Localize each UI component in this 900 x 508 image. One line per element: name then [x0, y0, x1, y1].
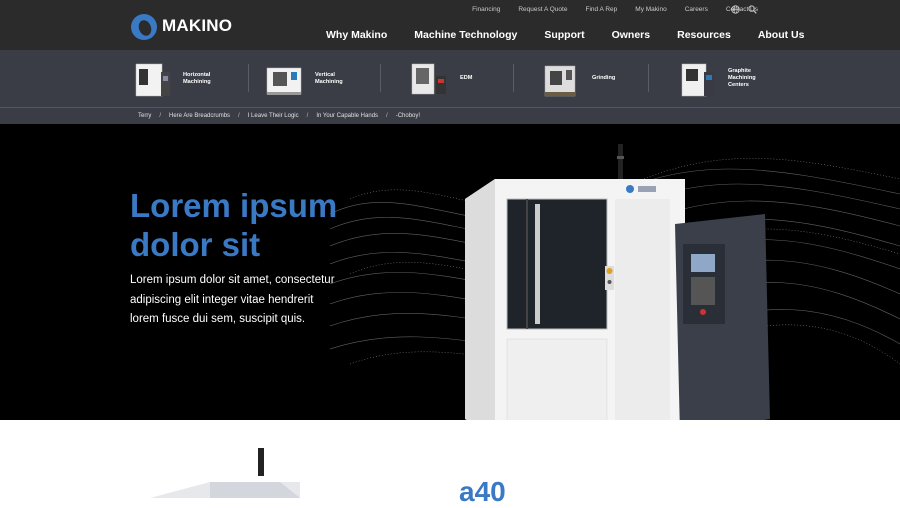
hero-title: Lorem ipsum dolor sit	[130, 187, 338, 263]
nav-about-us[interactable]: About Us	[758, 29, 805, 41]
edm-machine-thumbnail	[411, 63, 446, 94]
breadcrumb-item-1[interactable]: Terry	[138, 113, 151, 119]
horizontal-machine-thumbnail	[135, 63, 170, 96]
utility-link-careers[interactable]: Careers	[685, 6, 708, 13]
grinding-machine-thumbnail	[544, 65, 576, 96]
category-divider	[648, 64, 649, 92]
machine-product-image	[465, 144, 770, 420]
hero-banner: Lorem ipsum dolor sit Lorem ipsum dolor …	[0, 124, 900, 420]
makino-logo-icon	[131, 14, 157, 40]
category-label: EDM	[460, 75, 473, 81]
category-horizontal-machining[interactable]: Horizontal Machining	[133, 50, 223, 107]
utility-link-my-makino[interactable]: My Makino	[635, 6, 666, 13]
graphite-machine-thumbnail	[681, 63, 714, 96]
vertical-machine-thumbnail	[266, 67, 302, 95]
nav-support[interactable]: Support	[544, 29, 584, 41]
breadcrumb-item-4[interactable]: In Your Capable Hands	[316, 113, 378, 119]
breadcrumb: Terry / Here Are Breadcrumbs / I Leave T…	[0, 107, 900, 124]
nav-machine-technology[interactable]: Machine Technology	[414, 29, 517, 41]
utility-link-find-rep[interactable]: Find A Rep	[585, 6, 617, 13]
category-label: Grinding	[592, 75, 616, 81]
product-machine-image	[150, 448, 300, 498]
machine-category-bar: Horizontal Machining Vertical Machining …	[0, 50, 900, 107]
utility-nav: Financing Request A Quote Find A Rep My …	[454, 6, 758, 13]
category-edm[interactable]: EDM	[410, 50, 500, 107]
breadcrumb-item-3[interactable]: I Leave Their Logic	[248, 113, 299, 119]
search-icon[interactable]	[748, 5, 757, 14]
category-label: Graphite Machining Centers	[728, 68, 756, 88]
category-divider	[513, 64, 514, 92]
breadcrumb-separator: /	[159, 113, 162, 119]
top-header: MAKINO Financing Request A Quote Find A …	[0, 0, 900, 50]
breadcrumb-separator: /	[386, 113, 388, 119]
utility-link-financing[interactable]: Financing	[472, 6, 500, 13]
breadcrumb-item-2[interactable]: Here Are Breadcrumbs	[169, 113, 230, 119]
product-model-title: a40	[459, 476, 506, 507]
nav-owners[interactable]: Owners	[612, 29, 651, 41]
brand-name: MAKINO	[162, 16, 233, 35]
globe-icon[interactable]	[731, 5, 740, 14]
breadcrumb-separator: /	[306, 113, 309, 119]
main-nav: Why Makino Machine Technology Support Ow…	[326, 29, 804, 41]
category-vertical-machining[interactable]: Vertical Machining	[265, 50, 355, 107]
nav-why-makino[interactable]: Why Makino	[326, 29, 387, 41]
product-section	[0, 420, 900, 498]
nav-resources[interactable]: Resources	[677, 29, 731, 41]
hero-description: Lorem ipsum dolor sit amet, consectetur …	[130, 274, 335, 325]
category-divider	[248, 64, 249, 92]
category-label: Vertical Machining	[315, 71, 343, 85]
breadcrumb-item-current: -Choboy!	[395, 113, 421, 119]
breadcrumb-separator: /	[238, 113, 240, 119]
category-grinding[interactable]: Grinding	[542, 50, 632, 107]
category-graphite-machining[interactable]: Graphite Machining Centers	[678, 50, 768, 107]
makino-logo[interactable]: MAKINO	[130, 12, 232, 40]
utility-link-request-quote[interactable]: Request A Quote	[518, 6, 567, 13]
category-label: Horizontal Machining	[183, 71, 211, 85]
category-divider	[380, 64, 381, 92]
